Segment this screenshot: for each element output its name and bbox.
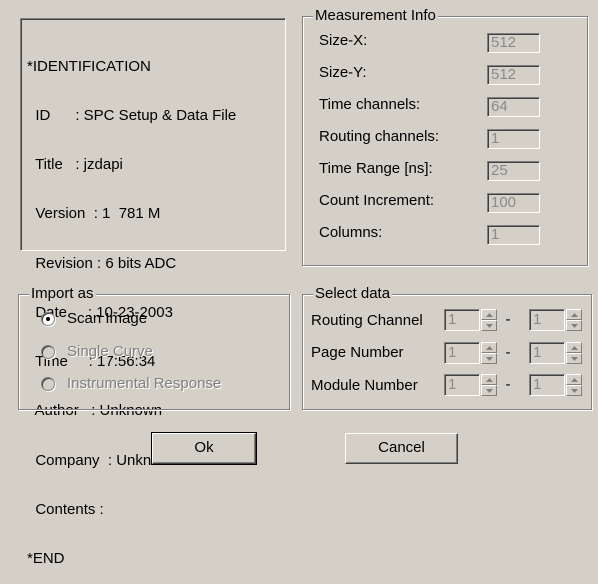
cancel-button[interactable]: Cancel [345, 433, 458, 464]
size-x-label: Size-X: [319, 32, 368, 49]
range-separator: - [505, 344, 511, 361]
module-number-to-spinner[interactable] [566, 374, 582, 396]
radio-single-curve-label: Single Curve [67, 343, 153, 360]
routing-channel-from-spinner[interactable] [481, 309, 497, 331]
time-channels-label: Time channels: [319, 96, 421, 113]
spin-down-icon[interactable] [481, 320, 497, 331]
time-range-field[interactable]: 25 [487, 161, 540, 181]
routing-channel-label: Routing Channel [311, 312, 423, 329]
spin-down-icon[interactable] [481, 385, 497, 396]
range-separator: - [505, 311, 511, 328]
spin-down-icon[interactable] [566, 385, 582, 396]
spin-down-icon[interactable] [566, 353, 582, 364]
spin-down-icon[interactable] [481, 353, 497, 364]
id-line: Title : jzdapi [27, 156, 123, 174]
id-line: Version : 1 781 M [27, 205, 161, 223]
import-as-group: Import as Scan Image Single Curve Instru… [18, 286, 290, 410]
page-number-to-spinner[interactable] [566, 342, 582, 364]
page-number-from-spinner[interactable] [481, 342, 497, 364]
spin-down-icon[interactable] [566, 320, 582, 331]
module-number-to-field[interactable]: 1 [529, 374, 565, 396]
spin-up-icon[interactable] [566, 309, 582, 320]
id-line: *IDENTIFICATION [27, 57, 151, 75]
spin-up-icon[interactable] [481, 342, 497, 353]
select-data-group: Select data Routing Channel 1 - 1 Page N… [302, 286, 592, 410]
routing-channel-from-field[interactable]: 1 [444, 309, 480, 331]
radio-scan-image-label: Scan Image [67, 310, 148, 327]
time-range-label: Time Range [ns]: [319, 160, 433, 177]
page-number-label: Page Number [311, 344, 404, 361]
identification-text-panel: *IDENTIFICATION ID : SPC Setup & Data Fi… [20, 18, 286, 567]
range-separator: - [505, 376, 511, 393]
measurement-info-group: Measurement Info Size-X: 512 Size-Y: 512… [302, 8, 588, 266]
id-line: ID : SPC Setup & Data File [27, 107, 237, 125]
spin-up-icon[interactable] [566, 342, 582, 353]
id-line: Contents : [27, 500, 104, 518]
columns-label: Columns: [319, 224, 383, 241]
module-number-label: Module Number [311, 377, 418, 394]
spin-up-icon[interactable] [566, 374, 582, 385]
import-as-title: Import as [29, 285, 96, 302]
columns-field[interactable]: 1 [487, 225, 540, 245]
module-number-from-spinner[interactable] [481, 374, 497, 396]
radio-instrumental-response-label: Instrumental Response [67, 375, 222, 392]
count-increment-label: Count Increment: [319, 192, 435, 209]
radio-button-icon [41, 345, 55, 359]
select-data-title: Select data [313, 285, 393, 302]
count-increment-field[interactable]: 100 [487, 193, 540, 213]
routing-channel-to-field[interactable]: 1 [529, 309, 565, 331]
id-line: Revision : 6 bits ADC [27, 254, 177, 272]
size-y-field[interactable]: 512 [487, 65, 540, 85]
spin-up-icon[interactable] [481, 309, 497, 320]
id-line: *END [27, 550, 65, 567]
time-channels-field[interactable]: 64 [487, 97, 540, 117]
routing-channel-to-spinner[interactable] [566, 309, 582, 331]
module-number-from-field[interactable]: 1 [444, 374, 480, 396]
size-y-label: Size-Y: [319, 64, 367, 81]
radio-button-icon [41, 312, 55, 326]
routing-channels-field[interactable]: 1 [487, 129, 540, 149]
page-number-to-field[interactable]: 1 [529, 342, 565, 364]
ok-button[interactable]: Ok [151, 432, 257, 465]
radio-button-icon [41, 377, 55, 391]
measurement-info-title: Measurement Info [313, 7, 438, 24]
routing-channels-label: Routing channels: [319, 128, 440, 145]
page-number-from-field[interactable]: 1 [444, 342, 480, 364]
size-x-field[interactable]: 512 [487, 33, 540, 53]
spin-up-icon[interactable] [481, 374, 497, 385]
